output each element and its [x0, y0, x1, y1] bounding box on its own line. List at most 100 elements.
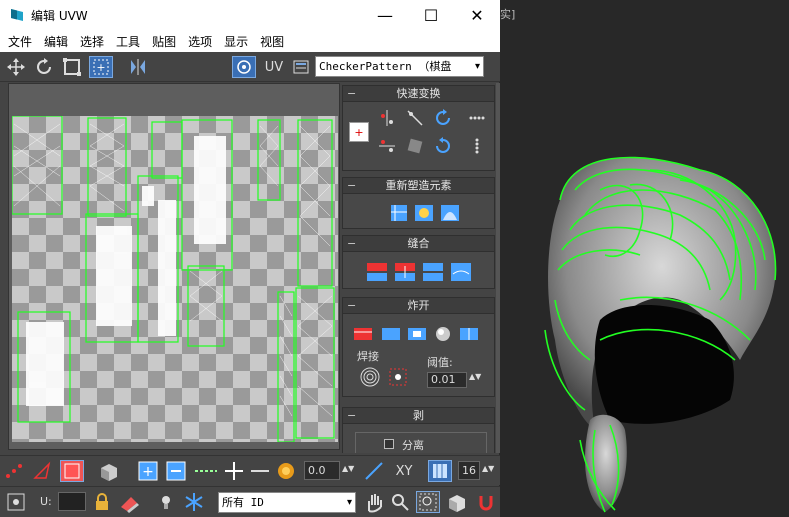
soft-selection-button[interactable] [274, 460, 298, 482]
stitch-header[interactable]: − 缝合 [343, 236, 494, 252]
uv-toggle[interactable]: UV [261, 56, 287, 78]
zoom-button[interactable] [388, 491, 412, 513]
mirror-button[interactable] [126, 56, 150, 78]
vertex-icon [6, 464, 22, 478]
close-button[interactable]: ✕ [454, 0, 500, 30]
explode-title: 炸开 [407, 299, 430, 312]
grid-spinner-icon[interactable]: ▲▼ [482, 464, 494, 473]
straighten-selection-icon[interactable] [387, 202, 409, 224]
filter-button[interactable] [118, 491, 142, 513]
relax-dome-icon[interactable] [439, 202, 461, 224]
explode-header[interactable]: − 炸开 [343, 298, 494, 314]
space-horizontal-icon[interactable] [467, 108, 487, 128]
move-button[interactable] [4, 56, 28, 78]
quick-transform-header[interactable]: − 快速变换 [343, 86, 494, 102]
zoom-region-button[interactable] [416, 491, 440, 513]
align-vertical-icon[interactable] [377, 136, 397, 156]
options-icon [293, 60, 309, 74]
render-uv-button[interactable] [232, 56, 256, 78]
falloff-type-button[interactable] [362, 460, 386, 482]
align-horizontal-icon[interactable] [377, 108, 397, 128]
crosshair-icon [7, 493, 25, 511]
stitch-source-icon[interactable] [393, 260, 417, 284]
falloff-input[interactable]: 0.0 [304, 461, 340, 480]
stitch-target-icon[interactable] [365, 260, 389, 284]
quick-transform-rollout: − 快速变换 + [342, 85, 495, 171]
peel-rollout: − 剥 分离 [342, 407, 495, 453]
reshape-header[interactable]: − 重新塑造元素 [343, 178, 494, 194]
pivot-button[interactable]: + [349, 122, 369, 142]
rotate-90-icon[interactable] [433, 108, 453, 128]
vertex-mode-button[interactable] [2, 460, 26, 482]
break-icon[interactable] [351, 322, 375, 344]
pan-button[interactable] [362, 491, 386, 513]
peel-header[interactable]: − 剥 [343, 408, 494, 424]
stitch-average-icon[interactable] [421, 260, 445, 284]
lock-button[interactable] [90, 491, 114, 513]
space-vertical-icon[interactable] [467, 136, 487, 156]
weld-target-icon[interactable] [359, 366, 381, 388]
uv-label: UV [264, 59, 284, 75]
grid-size-input[interactable]: 16 [458, 461, 480, 480]
viewport-label: 实] [500, 8, 516, 21]
magnet-button[interactable] [474, 491, 498, 513]
snowflake-icon [185, 493, 203, 511]
detach-edge-icon[interactable] [379, 322, 403, 344]
panel-scrollbar[interactable] [496, 83, 500, 453]
edge-mode-button[interactable] [30, 460, 54, 482]
bulb-button[interactable] [154, 491, 178, 513]
u-input[interactable] [58, 492, 86, 511]
freeform-button[interactable]: + [89, 56, 113, 78]
align-diagonal-icon[interactable] [405, 108, 425, 128]
shrink-selection-button[interactable] [164, 460, 188, 482]
menu-file[interactable]: 文件 [8, 33, 32, 50]
flatten-icon[interactable] [405, 322, 429, 344]
ring-select-button[interactable] [222, 460, 246, 482]
texture-select[interactable]: CheckerPattern （棋盘 ▾ [315, 56, 484, 77]
explode-grid-icon[interactable] [457, 322, 481, 344]
sphere-icon[interactable] [431, 322, 455, 344]
scale-button[interactable] [60, 56, 84, 78]
xy-space-button[interactable]: XY [390, 460, 418, 482]
edge-select-button[interactable] [248, 460, 272, 482]
weld-selected-icon[interactable] [387, 366, 409, 388]
title-bar[interactable]: 编辑 UVW — ☐ ✕ [0, 0, 500, 30]
face-mode-button[interactable] [60, 460, 84, 482]
element-mode-button[interactable] [96, 460, 120, 482]
rotate-button[interactable] [32, 56, 56, 78]
shrink-icon [166, 461, 186, 481]
snowflake-button[interactable] [182, 491, 206, 513]
id-filter-select[interactable]: 所有 ID ▾ [218, 492, 356, 513]
menu-mapping[interactable]: 贴图 [152, 33, 176, 50]
grow-selection-button[interactable]: + [136, 460, 160, 482]
options-button[interactable] [289, 56, 313, 78]
maximize-button[interactable]: ☐ [408, 0, 454, 30]
weld-label: 焊接 [357, 350, 379, 363]
uv-editor-canvas[interactable] [8, 83, 340, 450]
threshold-input[interactable]: 0.01 [427, 372, 467, 388]
falloff-spinner-icon[interactable]: ▲▼ [342, 464, 354, 473]
uv-islands [12, 116, 335, 442]
rotate-minus-90-icon[interactable] [433, 136, 453, 156]
loop-select-button[interactable] [192, 460, 220, 482]
menu-select[interactable]: 选择 [80, 33, 104, 50]
zoom-extents-button[interactable] [444, 491, 468, 513]
stitch-title: 缝合 [407, 237, 430, 250]
relax-icon[interactable] [413, 202, 435, 224]
menu-display[interactable]: 显示 [224, 33, 248, 50]
stitch-custom-icon[interactable] [449, 260, 473, 284]
menu-options[interactable]: 选项 [188, 33, 212, 50]
grid-snap-button[interactable] [428, 460, 452, 482]
threshold-spinner-icon[interactable]: ▲▼ [469, 372, 481, 381]
pivot-icon: + [354, 126, 363, 139]
straighten-icon[interactable] [405, 136, 425, 156]
menu-tools[interactable]: 工具 [116, 33, 140, 50]
minimize-button[interactable]: — [362, 0, 408, 30]
bottom-toolbar-1: + 0.0 ▲▼ XY 16 ▲▼ [0, 455, 500, 485]
hand-icon [368, 494, 382, 513]
menu-view[interactable]: 视图 [260, 33, 284, 50]
detach-checkbox[interactable] [384, 439, 394, 449]
3d-viewport[interactable]: 实] [500, 0, 789, 517]
menu-edit[interactable]: 编辑 [44, 33, 68, 50]
uv-pivot-button[interactable] [4, 491, 28, 513]
